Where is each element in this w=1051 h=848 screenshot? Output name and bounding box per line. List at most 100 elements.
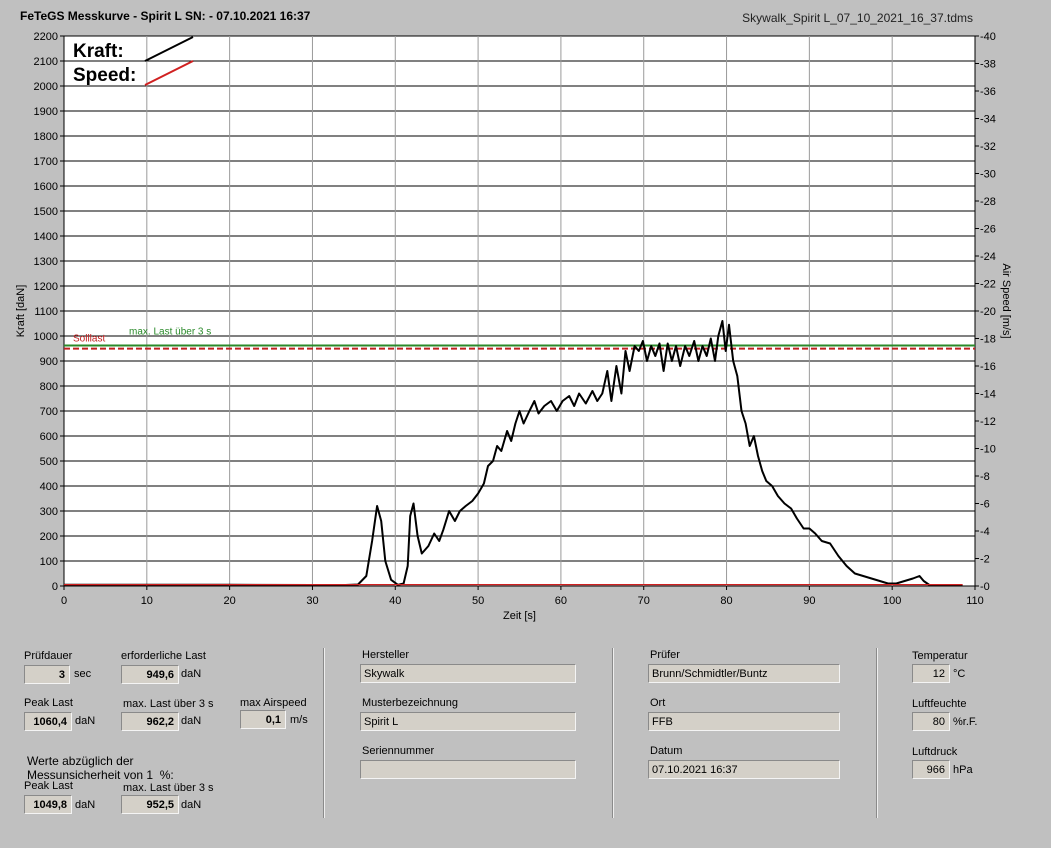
pruefdauer-value: 3 (24, 665, 70, 684)
y-tick-label: 1400 (34, 231, 58, 243)
y-tick-label: 800 (40, 381, 58, 393)
legend-label: Speed: (73, 65, 136, 86)
muster-label: Musterbezeichnung (362, 697, 459, 709)
reference-line-label: Solllast (73, 334, 105, 345)
x-tick-label: 40 (389, 595, 401, 607)
x-tick-label: 20 (224, 595, 236, 607)
y2-tick-label: -36 (980, 86, 996, 98)
y-tick-label: 1500 (34, 206, 58, 218)
y-tick-label: 1700 (34, 156, 58, 168)
force-speed-chart: 0100200300400500600700800900100011001200… (15, 31, 1012, 622)
hersteller-label: Hersteller (362, 649, 410, 661)
serien-field (360, 760, 576, 779)
y2-tick-label: -22 (980, 279, 996, 291)
peak-last-unit: daN (75, 715, 96, 727)
legend-label: Kraft: (73, 41, 124, 62)
y2-tick-label: -12 (980, 416, 996, 428)
x-tick-label: 30 (306, 595, 318, 607)
erf-last-label: erforderliche Last (121, 650, 206, 662)
x-tick-label: 0 (61, 595, 67, 607)
y2-tick-label: -8 (980, 471, 990, 483)
y2-tick-label: -18 (980, 334, 996, 346)
peak-last-value: 1060,4 (24, 712, 72, 731)
y-tick-label: 0 (52, 581, 58, 593)
temperatur-unit: °C (953, 668, 966, 680)
luftfeuchte-label: Luftfeuchte (912, 698, 967, 710)
y-tick-label: 300 (40, 506, 58, 518)
max-airspeed-unit: m/s (290, 714, 308, 726)
peak-last-label: Peak Last (24, 697, 73, 709)
max-last-value: 962,2 (121, 712, 179, 731)
luftfeuchte-value: 80 (912, 712, 950, 731)
datum-label: Datum (650, 745, 683, 757)
y2-tick-label: -4 (980, 526, 990, 538)
y2-tick-label: -6 (980, 499, 990, 511)
x-tick-label: 10 (141, 595, 153, 607)
y-tick-label: 1800 (34, 131, 58, 143)
y2-tick-label: -40 (980, 31, 996, 43)
erf-last-value: 949,6 (121, 665, 179, 684)
x-axis-label: Zeit [s] (503, 610, 536, 622)
y-axis-label: Kraft [daN] (15, 285, 27, 338)
max-last-2-value: 952,5 (121, 795, 179, 814)
x-tick-label: 60 (555, 595, 567, 607)
x-tick-label: 50 (472, 595, 484, 607)
panel-separator-1 (323, 648, 325, 818)
peak-last-2-label: Peak Last (24, 780, 73, 792)
y2-tick-label: -34 (980, 114, 996, 126)
y-tick-label: 2100 (34, 56, 58, 68)
y-tick-label: 900 (40, 356, 58, 368)
panel-separator-2 (612, 648, 614, 818)
luftdruck-unit: hPa (953, 764, 973, 776)
y2-tick-label: -24 (980, 251, 996, 263)
temperatur-value: 12 (912, 664, 950, 683)
y-tick-label: 1900 (34, 106, 58, 118)
y2-tick-label: -28 (980, 196, 996, 208)
serien-label: Seriennummer (362, 745, 435, 757)
panel-separator-3 (876, 648, 878, 818)
y2-tick-label: -32 (980, 141, 996, 153)
max-last-label: max. Last über 3 s (123, 698, 214, 710)
y-tick-label: 1300 (34, 256, 58, 268)
y2-tick-label: -14 (980, 389, 996, 401)
y-tick-label: 2000 (34, 81, 58, 93)
y-tick-label: 500 (40, 456, 58, 468)
max-last-unit: daN (181, 715, 202, 727)
y2-axis-label: Air Speed [m/s] (1000, 263, 1012, 338)
ort-field: FFB (648, 712, 840, 731)
erf-last-unit: daN (181, 668, 202, 680)
pruefdauer-label: Prüfdauer (24, 650, 73, 662)
peak-last-2-value: 1049,8 (24, 795, 72, 814)
y2-tick-label: -26 (980, 224, 996, 236)
hersteller-field: Skywalk (360, 664, 576, 683)
y2-tick-label: -38 (980, 59, 996, 71)
y2-tick-label: -20 (980, 306, 996, 318)
max-last-2-unit: daN (181, 799, 202, 811)
y2-tick-label: -2 (980, 554, 990, 566)
y-tick-label: 400 (40, 481, 58, 493)
y-tick-label: 1000 (34, 331, 58, 343)
ort-label: Ort (650, 697, 666, 709)
uncertainty-note: Werte abzüglich der Messunsicherheit von… (27, 754, 174, 782)
y2-tick-label: -30 (980, 169, 996, 181)
x-tick-label: 70 (638, 595, 650, 607)
y-tick-label: 100 (40, 556, 58, 568)
y2-tick-label: -16 (980, 361, 996, 373)
y-tick-label: 1100 (34, 306, 58, 318)
max-airspeed-value: 0,1 (240, 710, 286, 729)
peak-last-2-unit: daN (75, 799, 96, 811)
y-tick-label: 1600 (34, 181, 58, 193)
reference-line-label: max. Last über 3 s (129, 326, 211, 337)
temperatur-label: Temperatur (912, 650, 968, 662)
y-tick-label: 600 (40, 431, 58, 443)
pruefer-field: Brunn/Schmidtler/Buntz (648, 664, 840, 683)
luftdruck-value: 966 (912, 760, 950, 779)
luftfeuchte-unit: %r.F. (953, 716, 978, 728)
x-tick-label: 80 (720, 595, 732, 607)
x-tick-label: 100 (883, 595, 901, 607)
y-tick-label: 200 (40, 531, 58, 543)
max-last-2-label: max. Last über 3 s (123, 782, 214, 794)
max-airspeed-label: max Airspeed (240, 697, 307, 709)
y-tick-label: 1200 (34, 281, 58, 293)
datum-field: 07.10.2021 16:37 (648, 760, 840, 779)
